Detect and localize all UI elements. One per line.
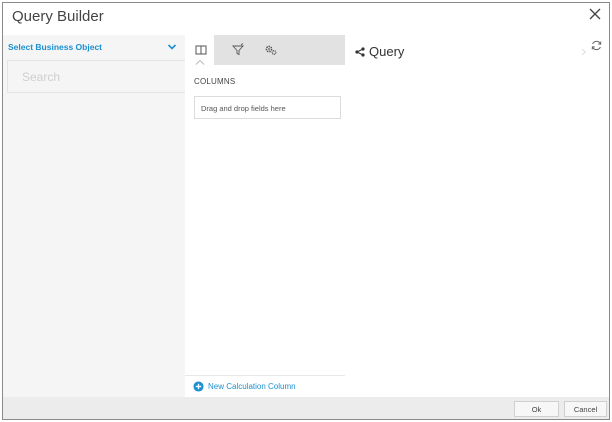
columns-panel: COLUMNS Drag and drop fields here New Ca…	[185, 35, 345, 397]
close-button[interactable]	[587, 6, 603, 22]
cancel-button[interactable]: Cancel	[564, 401, 607, 417]
search-field	[7, 60, 185, 93]
tab-filter[interactable]	[230, 42, 246, 58]
business-object-select[interactable]: Select Business Object	[3, 37, 185, 57]
new-calculation-column-link[interactable]: New Calculation Column	[193, 380, 296, 392]
ok-button[interactable]: Ok	[514, 401, 559, 417]
close-icon	[589, 8, 601, 20]
settings-icon	[265, 45, 277, 55]
title-bar: Query Builder	[3, 3, 609, 35]
query-builder-dialog: Query Builder Select Business Object Sea…	[2, 2, 610, 420]
dialog-footer: Ok Cancel	[3, 397, 609, 419]
dialog-title: Query Builder	[12, 8, 104, 25]
share-icon	[355, 46, 365, 57]
query-title: Query	[369, 44, 405, 59]
columns-drop-zone[interactable]: Drag and drop fields here	[194, 96, 341, 119]
chevron-down-icon	[167, 44, 177, 50]
query-panel: Query	[345, 35, 609, 397]
tab-columns[interactable]	[193, 42, 209, 58]
search-input[interactable]	[8, 61, 185, 92]
drop-zone-text: Drag and drop fields here	[201, 104, 286, 113]
new-calculation-column-label: New Calculation Column	[208, 381, 296, 391]
filter-icon	[231, 43, 245, 56]
columns-heading: COLUMNS	[194, 77, 236, 86]
panel-divider	[185, 375, 345, 376]
plus-circle-icon	[193, 380, 204, 392]
panel-toolbar	[185, 35, 345, 65]
refresh-icon	[591, 40, 602, 51]
query-header: Query	[355, 44, 404, 59]
tab-settings[interactable]	[263, 42, 279, 58]
refresh-button[interactable]	[590, 39, 603, 52]
business-object-label: Select Business Object	[8, 42, 103, 52]
active-tab-caret	[195, 59, 205, 65]
chevron-right-icon	[581, 48, 587, 56]
business-object-panel: Select Business Object	[3, 35, 185, 397]
columns-icon	[195, 45, 207, 55]
